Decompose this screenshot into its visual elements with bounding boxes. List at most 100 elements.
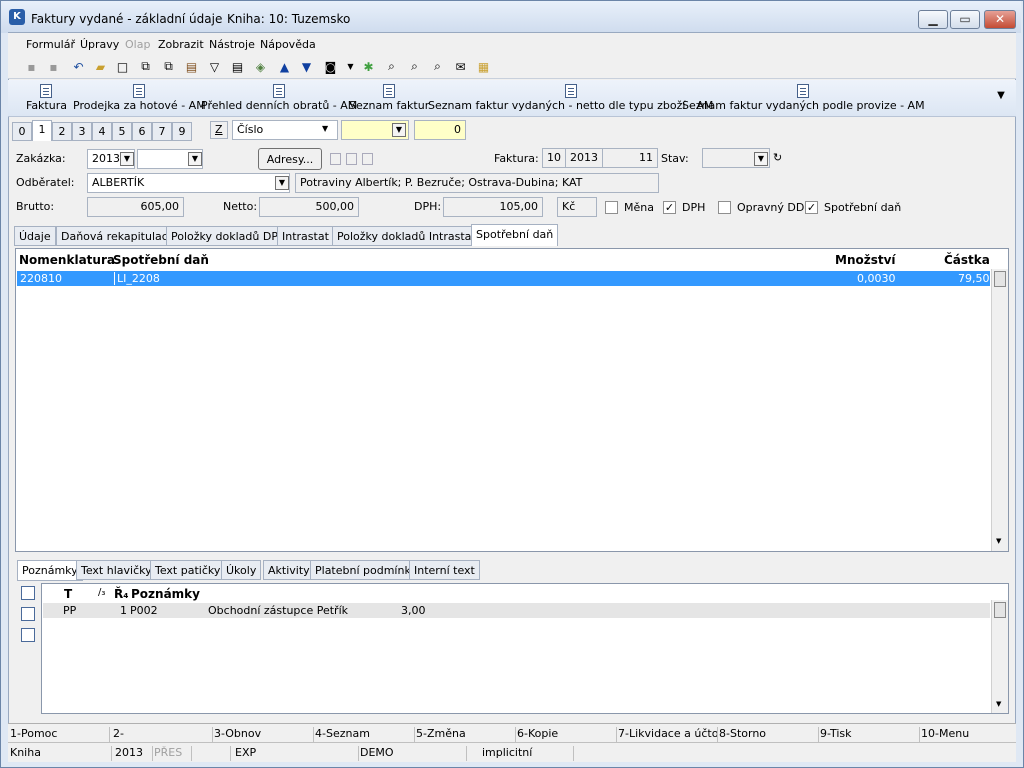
tab-danova-rekapitulace[interactable]: Daňová rekapitulace <box>56 226 180 246</box>
report-seznam-faktur[interactable]: Seznam faktur <box>349 84 429 112</box>
chevron-down-icon[interactable]: ▼ <box>996 700 1001 708</box>
tab-aktivity[interactable]: Aktivity <box>263 560 315 580</box>
column-header-order[interactable]: /₃ <box>98 587 105 598</box>
num-tab-9[interactable]: 9 <box>172 122 192 141</box>
grid-scrollbar[interactable]: ▼ <box>991 269 1008 551</box>
doc-icon[interactable] <box>330 153 341 165</box>
spotrebni-dan-checkbox[interactable]: ✓ <box>805 201 818 214</box>
fkey-5[interactable]: 5-Změna <box>416 727 516 742</box>
maximize-button[interactable]: ▭ <box>950 10 980 29</box>
num-tab-0[interactable]: 0 <box>12 122 32 141</box>
find-icon[interactable]: ⌕ <box>383 58 400 75</box>
menu-zobrazit[interactable]: Zobrazit <box>158 38 204 51</box>
tab-text-hlavicky[interactable]: Text hlavičky <box>76 560 157 580</box>
menu-nastroje[interactable]: Nástroje <box>209 38 255 51</box>
odberatel-select[interactable]: ALBERTÍK <box>87 173 290 193</box>
column-header-castka[interactable]: Částka <box>944 253 990 267</box>
fkey-7[interactable]: 7-Likvidace a účtová <box>618 727 718 742</box>
paste-icon[interactable]: ⧉ <box>160 58 177 75</box>
tab-polozky-dph[interactable]: Položky dokladů DPH <box>166 226 292 246</box>
arrow-up-icon[interactable]: ▲ <box>276 58 293 75</box>
scrollbar-thumb[interactable] <box>994 271 1006 287</box>
scrollbar-thumb[interactable] <box>994 602 1006 618</box>
chevron-down-icon[interactable]: ▼ <box>188 152 202 166</box>
num-tab-6[interactable]: 6 <box>132 122 152 141</box>
chevron-down-icon[interactable]: ▼ <box>275 176 289 190</box>
close-button[interactable]: ✕ <box>984 10 1016 29</box>
chevron-down-icon[interactable]: ▼ <box>993 90 1009 110</box>
add-note-icon[interactable] <box>21 586 35 600</box>
table-row[interactable]: PP 1 P002 Obchodní zástupce Petřík 3,00 <box>43 603 990 618</box>
copy-icon[interactable]: ⧉ <box>137 58 154 75</box>
menu-napoveda[interactable]: Nápověda <box>260 38 316 51</box>
arrow-down-icon[interactable]: ▼ <box>298 58 315 75</box>
fkey-4[interactable]: 4-Seznam <box>315 727 415 742</box>
mena-checkbox[interactable] <box>605 201 618 214</box>
save-as-icon[interactable]: ▪ <box>45 58 62 75</box>
doc-icon[interactable] <box>346 153 357 165</box>
dropdown-arrow-icon[interactable]: ▼ <box>342 58 359 75</box>
save-icon[interactable]: ▪ <box>23 58 40 75</box>
chevron-down-icon[interactable]: ▼ <box>754 152 768 166</box>
chevron-down-icon[interactable]: ▼ <box>120 152 134 166</box>
chevron-down-icon[interactable]: ▼ <box>322 124 328 133</box>
filter-icon[interactable]: ▽ <box>206 58 223 75</box>
tab-text-paticky[interactable]: Text patičky <box>150 560 226 580</box>
fkey-6[interactable]: 6-Kopie <box>517 727 617 742</box>
fkey-2[interactable]: 2- <box>113 727 213 742</box>
dph-checkbox[interactable]: ✓ <box>663 201 676 214</box>
doc-icon[interactable] <box>362 153 373 165</box>
column-header-t[interactable]: T <box>64 587 72 601</box>
table-row[interactable]: 220810 LI_2208 0,0030 79,50 <box>17 271 990 286</box>
column-header-spotrebni-dan[interactable]: Spotřební daň <box>113 253 209 267</box>
new-icon[interactable]: □ <box>114 58 131 75</box>
book-icon[interactable]: ▤ <box>183 58 200 75</box>
num-tab-5[interactable]: 5 <box>112 122 132 141</box>
tab-platebni-podminky[interactable]: Platební podmínky <box>310 560 422 580</box>
tab-interni-text[interactable]: Interní text <box>409 560 480 580</box>
menu-formular[interactable]: Formulář <box>26 38 75 51</box>
chevron-down-icon[interactable]: ▼ <box>392 123 406 137</box>
stack-icon[interactable]: ◈ <box>252 58 269 75</box>
column-header-row[interactable]: Ř₄ <box>114 587 129 601</box>
notes-scrollbar[interactable]: ▼ <box>991 600 1008 713</box>
num-tab-7[interactable]: 7 <box>152 122 172 141</box>
tab-spotrebni-dan[interactable]: Spotřební daň <box>471 224 559 246</box>
report-netto[interactable]: Seznam faktur vydaných - netto dle typu … <box>428 84 713 112</box>
camera-icon[interactable]: ◙ <box>322 58 339 75</box>
tab-intrastat[interactable]: Intrastat <box>277 226 334 246</box>
minimize-button[interactable]: ▁ <box>918 10 948 29</box>
fkey-10[interactable]: 10-Menu <box>921 727 1013 742</box>
filter-number-input[interactable]: 0 <box>414 120 466 140</box>
report-faktura[interactable]: Faktura <box>26 84 67 112</box>
column-header-mnozstvi[interactable]: Množství <box>835 253 896 267</box>
refresh-icon[interactable]: ↻ <box>773 151 782 164</box>
delete-note-icon[interactable] <box>21 628 35 642</box>
fkey-8[interactable]: 8-Storno <box>719 727 819 742</box>
report-prehled[interactable]: Přehled denních obratů - AM <box>201 84 357 112</box>
filter-list-icon[interactable]: ▤ <box>229 58 246 75</box>
fkey-3[interactable]: 3-Obnov <box>214 727 314 742</box>
edit-note-icon[interactable] <box>21 607 35 621</box>
notes-icon[interactable]: ▦ <box>475 58 492 75</box>
undo-icon[interactable]: ↶ <box>70 58 87 75</box>
column-header-poznamky[interactable]: Poznámky <box>131 587 200 601</box>
fkey-9[interactable]: 9-Tisk <box>820 727 920 742</box>
tab-poznamky[interactable]: Poznámky <box>17 560 83 581</box>
num-tab-1[interactable]: 1 <box>32 120 52 141</box>
tab-udaje[interactable]: Údaje <box>14 226 56 246</box>
report-prodejka[interactable]: Prodejka za hotové - AM <box>73 84 206 112</box>
open-icon[interactable]: ▰ <box>92 58 109 75</box>
num-tab-3[interactable]: 3 <box>72 122 92 141</box>
find-replace-icon[interactable]: ⌕ <box>429 58 446 75</box>
report-provize[interactable]: Seznam faktur vydaných podle provize - A… <box>682 84 925 112</box>
menu-upravy[interactable]: Úpravy <box>80 38 119 51</box>
column-header-nomenklatura[interactable]: Nomenklatura <box>19 253 115 267</box>
chevron-down-icon[interactable]: ▼ <box>996 537 1001 545</box>
num-tab-4[interactable]: 4 <box>92 122 112 141</box>
num-tab-2[interactable]: 2 <box>52 122 72 141</box>
tab-polozky-intrastatu[interactable]: Položky dokladů Intrastatu <box>332 226 488 246</box>
pin-icon[interactable]: ✱ <box>360 58 377 75</box>
adresy-button[interactable]: Adresy... <box>258 148 322 170</box>
tab-ukoly[interactable]: Úkoly <box>221 560 262 580</box>
